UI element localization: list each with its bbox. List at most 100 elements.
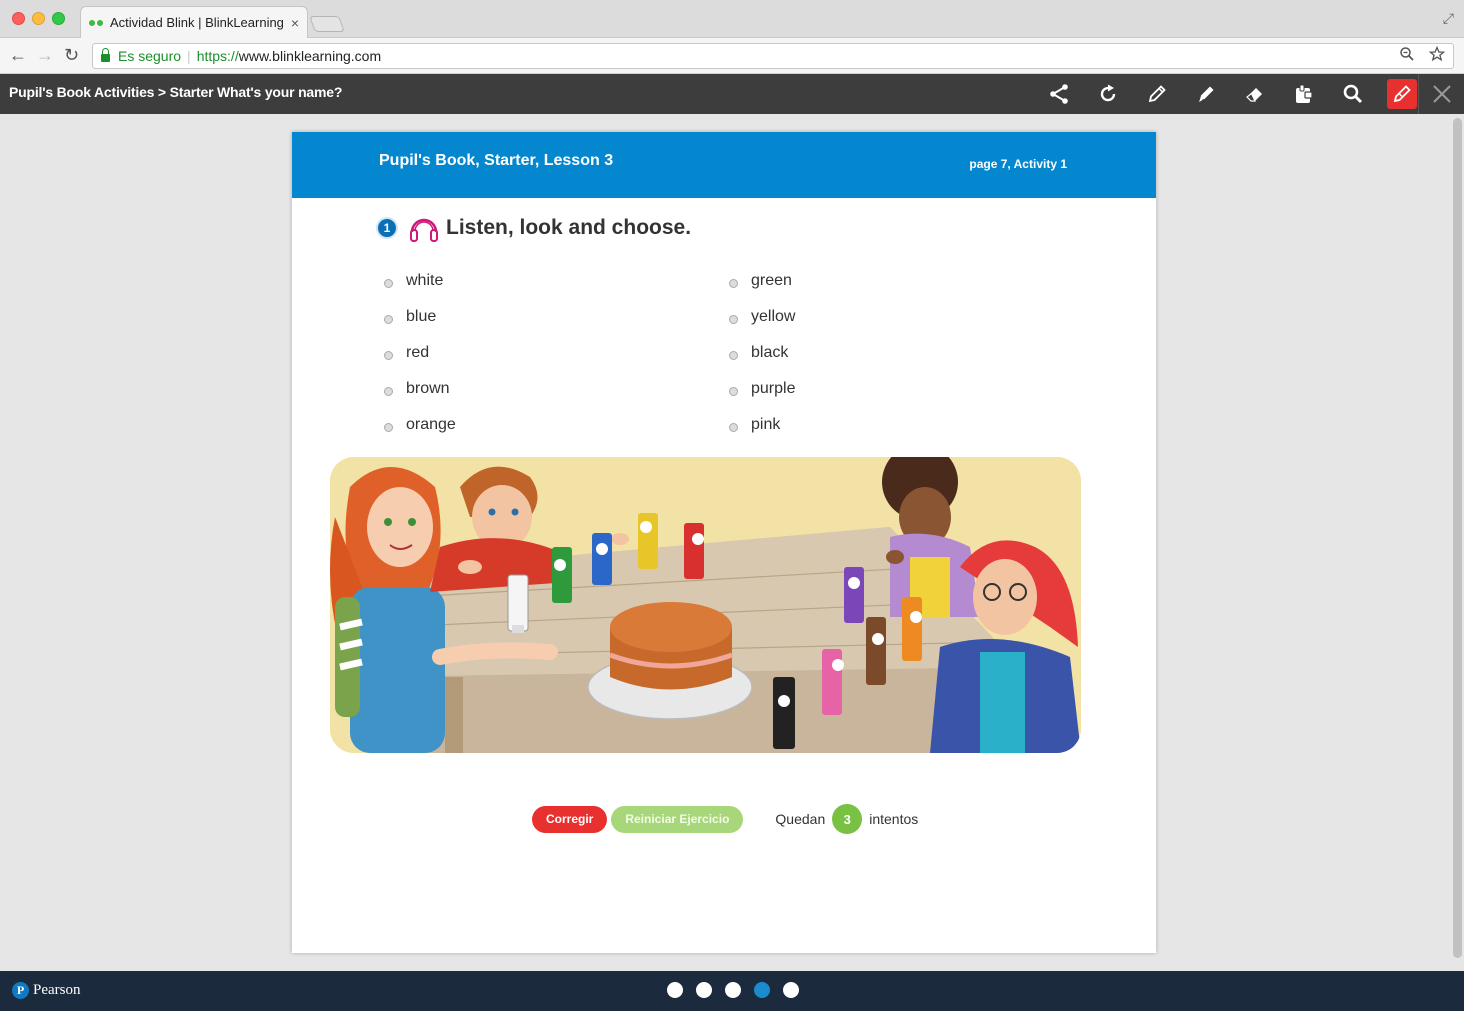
pager-dot-3[interactable] [725,982,741,998]
close-icon [1432,85,1451,103]
check-button[interactable]: Corregir [532,805,608,833]
attempts-prefix: Quedan [775,811,826,827]
page-reference: page 7, Activity 1 [969,157,1067,171]
activity-number-badge: 1 [376,217,398,239]
sticky-note-button[interactable] [1279,78,1328,110]
page-pager [667,982,799,998]
new-tab-button[interactable] [309,16,345,32]
activity-actions: Corregir Reiniciar Ejercicio Quedan 3 in… [532,804,918,834]
radio-button[interactable] [384,350,393,360]
close-activity-button[interactable] [1418,74,1464,114]
activity-toolbar: Pupil's Book Activities > Starter What's… [0,74,1464,114]
option-brown[interactable]: brown [384,377,729,401]
attempts-remaining: Quedan 3 intentos [775,804,918,834]
option-label: pink [751,416,781,433]
breadcrumb: Pupil's Book Activities > Starter What's… [9,84,343,100]
option-green[interactable]: green [729,269,1074,293]
browser-toolbar: ← → ↻ Es seguro | https:// www.blinklear… [0,38,1464,74]
headphones-icon[interactable] [408,212,440,244]
vertical-scrollbar[interactable] [1453,118,1462,958]
security-label: Es seguro [118,48,182,64]
lock-icon [101,48,110,62]
radio-button[interactable] [384,386,393,396]
pencil-button[interactable] [1132,78,1181,110]
attempts-count-badge: 3 [832,804,863,834]
window-close-button[interactable] [12,12,25,25]
share-button[interactable] [1034,78,1083,110]
attempts-suffix: intentos [869,811,919,827]
option-label: orange [406,416,456,433]
back-icon[interactable]: ← [9,44,27,66]
option-white[interactable]: white [384,269,729,293]
bookmark-star-icon[interactable] [1429,46,1445,62]
option-label: white [406,272,444,289]
pager-dot-2[interactable] [696,982,712,998]
eraser-icon [1245,88,1262,102]
address-separator: | [187,48,191,64]
option-label: red [406,344,430,361]
reset-exercise-button[interactable]: Reiniciar Ejercicio [611,805,744,833]
tab-close-icon[interactable]: × [291,15,299,31]
fullscreen-icon[interactable]: ⤢ [1443,10,1454,27]
instruction: 1 Listen, look and choose. [376,212,691,244]
option-label: green [751,272,792,289]
option-label: black [751,344,789,361]
radio-button[interactable] [729,278,738,288]
sticky-note-icon [1295,84,1313,103]
page-header: Pupil's Book, Starter, Lesson 3 page 7, … [292,132,1156,198]
activity-illustration [330,457,1081,753]
marker-icon [1198,86,1213,102]
share-icon [1049,84,1068,104]
pearson-brand: P Pearson [12,982,81,999]
option-blue[interactable]: blue [384,305,729,329]
radio-button[interactable] [729,350,738,360]
radio-button[interactable] [729,314,738,324]
address-bar-input[interactable]: Es seguro | https:// www.blinklearning.c… [92,43,1454,69]
refresh-button[interactable] [1083,78,1132,110]
instruction-text: Listen, look and choose. [446,216,692,239]
blink-favicon-icon [89,19,103,26]
pager-dot-4[interactable] [754,982,770,998]
pearson-logo-icon: P [12,982,29,999]
radio-button[interactable] [384,278,393,288]
color-options: white green blue yellow red black brown … [384,269,1084,437]
draw-mode-icon [1393,85,1411,103]
option-purple[interactable]: purple [729,377,1074,401]
reload-icon[interactable]: ↻ [64,44,79,66]
option-label: brown [406,380,450,397]
window-minimize-button[interactable] [32,12,45,25]
pencil-icon [1148,85,1166,103]
brand-name: Pearson [33,982,81,998]
window-zoom-button[interactable] [52,12,65,25]
activity-page: Pupil's Book, Starter, Lesson 3 page 7, … [292,132,1156,953]
browser-tab-active[interactable]: Actividad Blink | BlinkLearning × [80,6,308,38]
option-yellow[interactable]: yellow [729,305,1074,329]
search-button[interactable] [1328,78,1377,110]
forward-icon[interactable]: → [36,44,54,66]
radio-button[interactable] [384,422,393,432]
lesson-title: Pupil's Book, Starter, Lesson 3 [379,152,614,169]
search-icon [1343,84,1362,104]
refresh-icon [1100,84,1115,102]
pager-dot-1[interactable] [667,982,683,998]
illustration-scene [330,457,1081,753]
radio-button[interactable] [729,386,738,396]
option-black[interactable]: black [729,341,1074,365]
eraser-button[interactable] [1230,78,1279,110]
marker-button[interactable] [1181,78,1230,110]
option-label: yellow [751,308,796,325]
option-orange[interactable]: orange [384,413,729,437]
option-red[interactable]: red [384,341,729,365]
browser-titlebar: Actividad Blink | BlinkLearning × ⤢ [0,0,1464,38]
option-label: blue [406,308,437,325]
radio-button[interactable] [384,314,393,324]
radio-button[interactable] [729,422,738,432]
zoom-icon[interactable] [1399,46,1415,62]
tab-title: Actividad Blink | BlinkLearning [110,15,284,30]
tool-group [1034,78,1426,110]
option-label: purple [751,380,796,397]
pager-dot-5[interactable] [783,982,799,998]
option-pink[interactable]: pink [729,413,1074,437]
url-scheme: https:// [196,48,239,64]
url-host: www.blinklearning.com [238,48,382,64]
